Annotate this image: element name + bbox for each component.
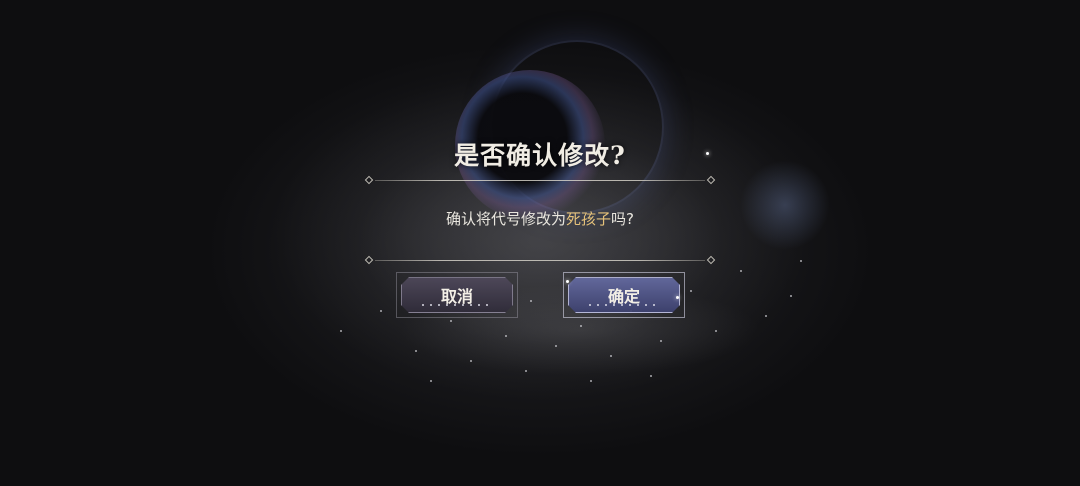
- message-prefix: 确认将代号修改为: [446, 210, 567, 228]
- title-divider: [364, 175, 716, 185]
- game-screen: 是否确认修改? 确认将代号修改为死孩子吗? 取消 确定: [0, 0, 1080, 486]
- dialog-message: 确认将代号修改为死孩子吗?: [0, 208, 1080, 229]
- button-dots-decoration: [422, 304, 492, 306]
- diamond-icon: [364, 175, 374, 185]
- cancel-button[interactable]: 取消: [401, 277, 513, 313]
- sparkle-decoration: [676, 296, 679, 299]
- sparkle-decoration: [566, 280, 569, 283]
- button-dots-decoration: [589, 304, 659, 306]
- diamond-icon: [706, 255, 716, 265]
- dialog-title: 是否确认修改?: [454, 141, 626, 170]
- diamond-icon: [706, 175, 716, 185]
- sparkle-decoration: [706, 152, 709, 155]
- new-codename: 死孩子: [566, 210, 612, 228]
- message-suffix: 吗?: [611, 210, 634, 228]
- confirm-button[interactable]: 确定: [568, 277, 680, 313]
- glow-decoration: [740, 160, 830, 250]
- diamond-icon: [364, 255, 374, 265]
- body-divider: [364, 255, 716, 265]
